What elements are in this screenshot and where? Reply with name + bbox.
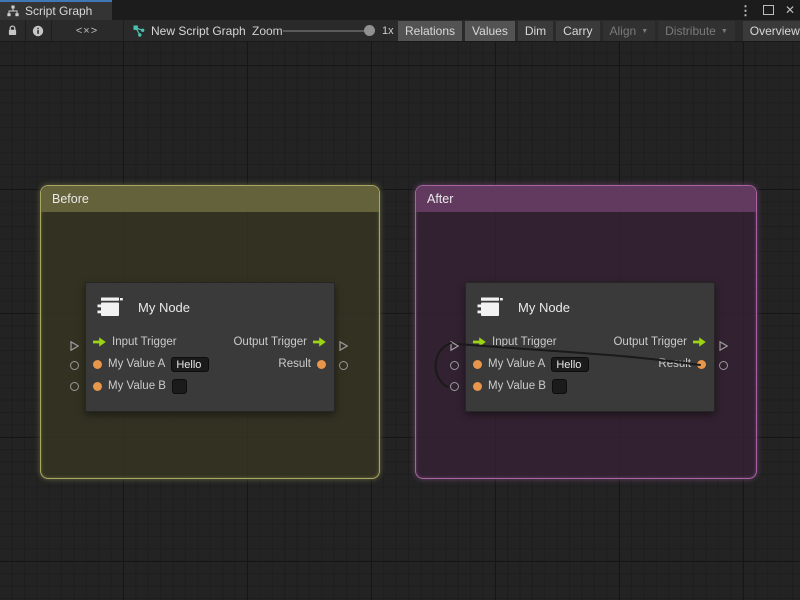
chevron-down-icon: ▼ [641,27,648,35]
group-after-header[interactable]: After [416,186,756,212]
node-area-after: My Node Input Trigger Output Trigger My … [450,282,730,412]
external-flow-output-port[interactable] [339,338,348,356]
align-button[interactable]: Align ▼ [603,21,656,41]
node-title: My Node [518,300,570,315]
node-row-value-a: My Value A Hello Result [466,353,714,375]
my-node-before[interactable]: My Node Input Trigger Output Trigger My … [85,282,335,412]
node-header: My Node [86,283,334,331]
external-value-port[interactable] [339,361,348,370]
zoom-slider-knob[interactable] [364,25,375,36]
value-b-input[interactable] [172,379,187,394]
flow-input-icon[interactable] [93,337,106,347]
node-icon [476,292,506,322]
node-row-value-b: My Value B [86,375,334,397]
external-value-port[interactable] [719,361,728,370]
distribute-button[interactable]: Distribute ▼ [658,21,735,41]
values-button[interactable]: Values [465,21,515,41]
tab-script-graph[interactable]: Script Graph [0,0,112,20]
maximize-icon[interactable] [763,5,774,15]
script-graph-icon [7,5,19,17]
overview-button[interactable]: Overview [743,21,800,41]
external-value-port[interactable] [70,382,79,391]
node-row-trigger: Input Trigger Output Trigger [86,331,334,353]
external-flow-input-port[interactable] [70,338,79,356]
close-icon[interactable]: ✕ [785,4,795,16]
lock-button[interactable] [0,20,26,41]
dim-button[interactable]: Dim [518,21,553,41]
value-a-input[interactable]: Hello [551,357,589,372]
flow-output-icon[interactable] [693,337,706,347]
graph-title-button[interactable]: New Script Graph [133,20,246,41]
node-icon [96,292,126,322]
node-row-trigger: Input Trigger Output Trigger [466,331,714,353]
code-icon: <×> [76,25,98,37]
relations-button[interactable]: Relations [398,21,462,41]
graph-name-label: New Script Graph [151,24,246,38]
zoom-slider-track[interactable] [283,30,371,32]
lock-icon [7,25,18,36]
node-row-value-a: My Value A Hello Result [86,353,334,375]
code-preview-button[interactable]: <×> [51,20,124,41]
group-before-header[interactable]: Before [41,186,379,212]
value-output-port[interactable] [697,360,706,369]
tab-bar: Script Graph ⋮ ✕ [0,0,800,20]
menu-icon[interactable]: ⋮ [739,4,752,17]
my-node-after[interactable]: My Node Input Trigger Output Trigger My … [465,282,715,412]
external-value-port[interactable] [70,361,79,370]
value-input-port[interactable] [473,360,482,369]
group-after-label: After [427,192,453,206]
node-row-value-b: My Value B [466,375,714,397]
info-icon [32,25,44,37]
graph-icon [133,25,145,37]
group-before-label: Before [52,192,89,206]
flow-input-icon[interactable] [473,337,486,347]
value-input-port[interactable] [473,382,482,391]
node-area-before: My Node Input Trigger Output Trigger My … [70,282,350,412]
zoom-value: 1x [382,20,394,41]
toolbar-buttons: Relations Values Dim Carry Align ▼ Distr… [398,21,800,41]
script-graph-window: Script Graph ⋮ ✕ [0,0,800,600]
info-button[interactable] [25,20,52,41]
graph-canvas[interactable]: Before After [0,42,800,600]
chevron-down-icon: ▼ [721,27,728,35]
value-a-input[interactable]: Hello [171,357,209,372]
window-controls: ⋮ ✕ [739,0,795,20]
external-flow-output-port[interactable] [719,338,728,356]
tab-label: Script Graph [25,4,92,18]
value-output-port[interactable] [317,360,326,369]
value-b-input[interactable] [552,379,567,394]
value-input-port[interactable] [93,360,102,369]
node-title: My Node [138,300,190,315]
external-value-port[interactable] [450,361,459,370]
carry-button[interactable]: Carry [556,21,599,41]
flow-output-icon[interactable] [313,337,326,347]
external-value-port[interactable] [450,382,459,391]
external-flow-input-port[interactable] [450,338,459,356]
graph-toolbar: <×> New Script Graph Zoom 1x Relations V… [0,20,800,42]
value-input-port[interactable] [93,382,102,391]
zoom-label: Zoom [252,20,283,41]
node-header: My Node [466,283,714,331]
